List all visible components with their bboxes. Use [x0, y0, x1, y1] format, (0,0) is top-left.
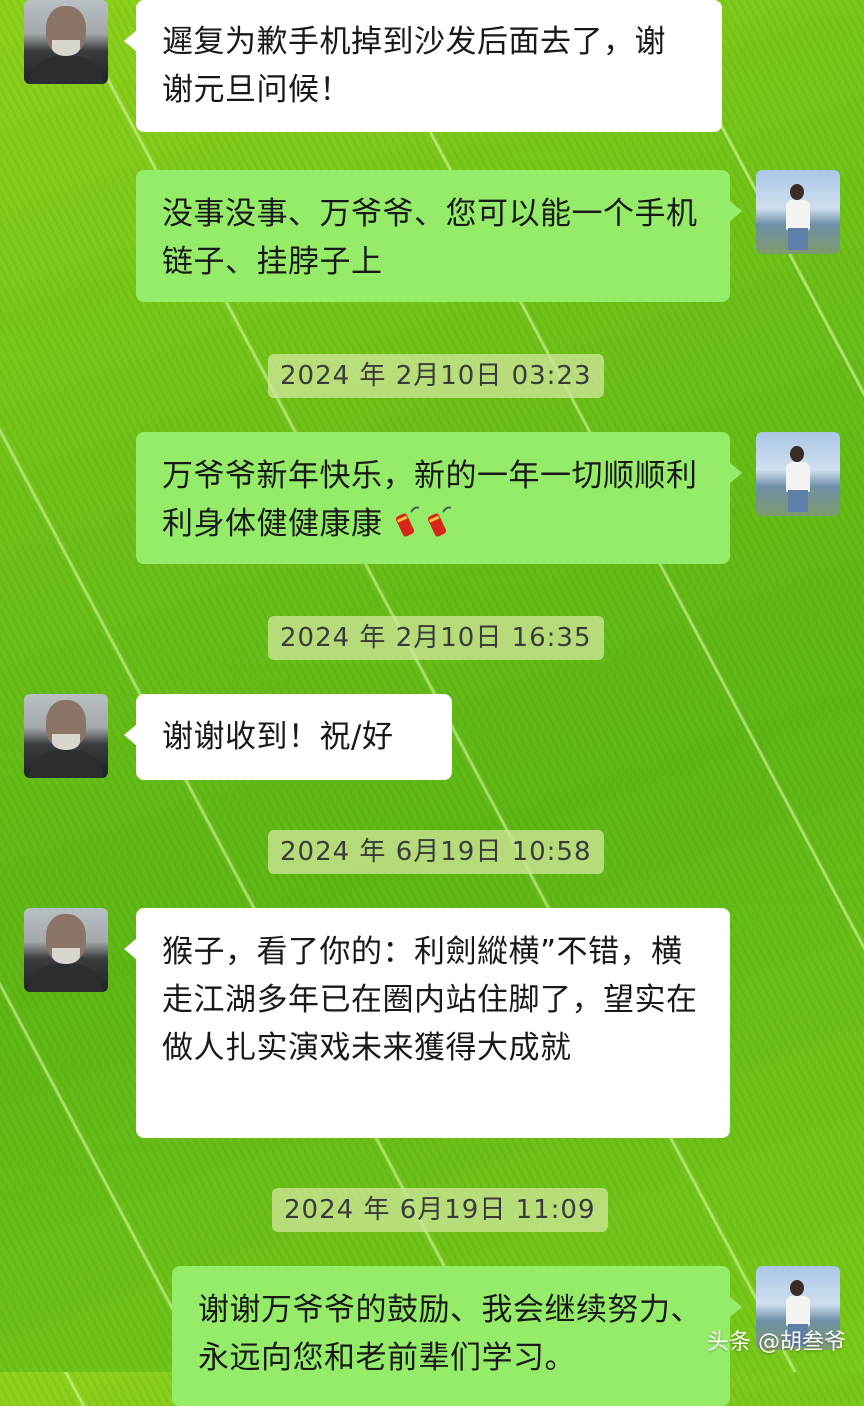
watermark: 头条 @胡叁爷: [707, 1330, 846, 1355]
contact-avatar[interactable]: [24, 694, 108, 778]
contact-avatar[interactable]: [24, 908, 108, 992]
contact-avatar[interactable]: [24, 0, 108, 84]
message-bubble-incoming[interactable]: 猴子，看了你的：利劍縱横”不错，横走江湖多年已在圈内站住脚了，望实在做人扎实演戏…: [124, 908, 730, 1138]
message-text: 遲复为歉手机掉到沙发后面去了，谢谢元旦问候！: [162, 24, 666, 108]
user-avatar[interactable]: [756, 170, 840, 254]
firecracker-icon: [393, 504, 419, 538]
firecracker-icon: [425, 504, 451, 538]
timestamp: 2024 年 2月10日 16:35: [268, 616, 604, 660]
message-bubble-outgoing[interactable]: 万爷爷新年快乐，新的一年一切顺顺利利身体健健康康: [136, 432, 742, 564]
timestamp: 2024 年 6月19日 10:58: [268, 830, 604, 874]
message-text: 没事没事、万爷爷、您可以能一个手机链子、挂脖子上: [162, 196, 698, 280]
message-bubble-incoming[interactable]: 遲复为歉手机掉到沙发后面去了，谢谢元旦问候！: [124, 0, 722, 132]
timestamp: 2024 年 6月19日 11:09: [272, 1188, 608, 1232]
message-text: 猴子，看了你的：利劍縱横”不错，横走江湖多年已在圈内站住脚了，望实在做人扎实演戏…: [162, 934, 698, 1066]
message-bubble-outgoing[interactable]: 没事没事、万爷爷、您可以能一个手机链子、挂脖子上: [136, 170, 742, 302]
message-text: 谢谢收到！祝/好: [162, 719, 394, 755]
message-text: 谢谢万爷爷的鼓励、我会继续努力、永远向您和老前辈们学习。: [198, 1292, 702, 1376]
timestamp: 2024 年 2月10日 03:23: [268, 354, 604, 398]
user-avatar[interactable]: [756, 432, 840, 516]
message-bubble-outgoing[interactable]: 谢谢万爷爷的鼓励、我会继续努力、永远向您和老前辈们学习。: [172, 1266, 742, 1406]
message-bubble-incoming[interactable]: 谢谢收到！祝/好: [124, 694, 452, 780]
